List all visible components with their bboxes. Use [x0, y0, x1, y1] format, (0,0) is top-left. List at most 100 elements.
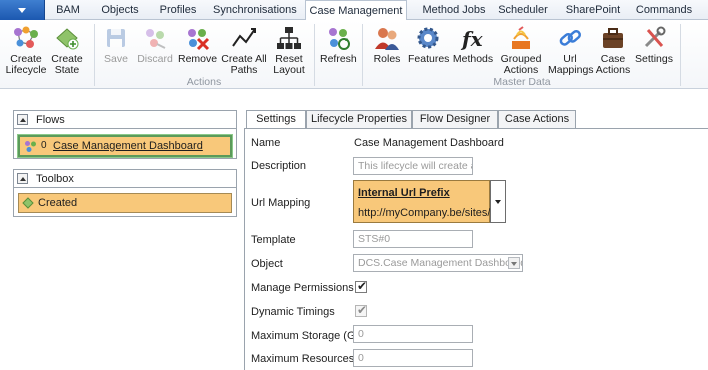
toolbox-item-created[interactable]: Created: [18, 193, 232, 213]
url-mapping-dropdown-button[interactable]: [490, 180, 506, 223]
max-storage-label: Maximum Storage (Gb): [251, 330, 366, 342]
actions-group-label: Actions: [186, 76, 222, 88]
toolbox-pane: Toolbox Created: [13, 169, 237, 217]
tab-scheduler[interactable]: Scheduler: [495, 0, 551, 20]
refresh-icon: [329, 28, 350, 50]
save-button[interactable]: Save: [100, 22, 132, 76]
manage-permissions-checkbox[interactable]: ✔: [355, 279, 368, 293]
tab-sharepoint[interactable]: SharePoint: [561, 0, 625, 20]
reset-layout-icon: [277, 27, 301, 49]
tab-method-jobs[interactable]: Method Jobs: [413, 0, 495, 20]
briefcase-icon: [603, 28, 623, 48]
roles-label: Roles: [373, 53, 401, 65]
tab-case-management[interactable]: Case Management: [305, 0, 407, 21]
url-mapping-item[interactable]: Internal Url Prefix http://myCompany.be/…: [353, 180, 490, 223]
features-button[interactable]: Features: [408, 22, 450, 76]
max-resources-label: Maximum Resources: [251, 353, 355, 365]
ribbon-separator: [362, 24, 363, 86]
state-icon: [22, 197, 34, 209]
dynamic-timings-checkbox[interactable]: ✔: [355, 303, 368, 317]
remove-icon: [188, 29, 210, 51]
svg-text:fx: fx: [460, 27, 484, 51]
tab-bam[interactable]: BAM: [49, 0, 87, 20]
create-lifecycle-label: Create Lifecycle: [5, 53, 47, 76]
tab-synchronisations[interactable]: Synchronisations: [213, 0, 297, 20]
flows-collapse-button[interactable]: [17, 114, 28, 125]
object-label: Object: [251, 258, 283, 270]
reset-layout-label: Reset Layout: [273, 53, 305, 76]
toolbox-collapse-button[interactable]: [17, 173, 28, 184]
roles-button[interactable]: Roles: [370, 22, 404, 76]
ribbon: Create Lifecycle Create State Save Disca…: [0, 20, 708, 89]
discard-label: Discard: [137, 53, 173, 65]
create-lifecycle-button[interactable]: Create Lifecycle: [4, 22, 48, 76]
description-field[interactable]: This lifecycle will create a sh: [353, 157, 473, 175]
remove-button[interactable]: Remove: [178, 22, 218, 76]
ribbon-separator: [94, 24, 95, 86]
flows-title: Flows: [36, 114, 65, 126]
flow-item-number: 0: [41, 140, 47, 151]
url-mappings-button[interactable]: Url Mappings: [548, 22, 594, 76]
chevron-down-icon[interactable]: [508, 257, 520, 269]
tab-objects[interactable]: Objects: [97, 0, 143, 20]
discard-icon: [146, 29, 166, 49]
remove-label: Remove: [178, 53, 218, 65]
methods-button[interactable]: fx Methods: [452, 22, 494, 76]
lifecycle-icon: [25, 141, 36, 152]
create-all-paths-label: Create All Paths: [221, 53, 267, 76]
features-label: Features: [408, 53, 450, 65]
create-lifecycle-icon: [14, 26, 38, 48]
case-actions-label: Case Actions: [595, 53, 631, 76]
menu-tab-strip: BAM Objects Profiles Synchronisations Ca…: [0, 0, 708, 21]
create-state-label: Create State: [51, 53, 83, 76]
flows-pane-header: Flows: [14, 111, 236, 129]
tab-case-actions[interactable]: Case Actions: [498, 110, 576, 128]
master-data-group-label: Master Data: [493, 76, 551, 88]
gear-icon: [417, 27, 439, 49]
tab-commands[interactable]: Commands: [633, 0, 695, 20]
grouped-actions-button[interactable]: Grouped Actions: [498, 22, 544, 76]
check-icon: ✔: [357, 279, 368, 293]
grouped-actions-label: Grouped Actions: [500, 53, 542, 76]
flows-pane: Flows 0 Case Management Dashboard: [13, 110, 237, 159]
settings-button[interactable]: Settings: [634, 22, 674, 76]
create-all-paths-button[interactable]: Create All Paths: [220, 22, 268, 76]
manage-permissions-label: Manage Permissions: [251, 282, 354, 294]
name-label: Name: [251, 137, 281, 149]
app-menu-button[interactable]: [0, 0, 45, 20]
url-mapping-title: Internal Url Prefix: [358, 187, 450, 199]
flow-item-label[interactable]: Case Management Dashboard: [53, 140, 203, 152]
tab-profiles[interactable]: Profiles: [153, 0, 203, 20]
object-select[interactable]: DCS.Case Management Dashboard: [353, 254, 523, 272]
grouped-actions-icon: [512, 26, 530, 49]
create-state-icon: [56, 28, 79, 50]
toolbox-pane-header: Toolbox: [14, 170, 236, 188]
refresh-button[interactable]: Refresh: [320, 22, 357, 76]
settings-label: Settings: [635, 53, 673, 65]
save-icon: [107, 29, 125, 47]
methods-label: Methods: [452, 53, 494, 65]
link-icon: [559, 30, 581, 46]
roles-icon: [375, 28, 399, 50]
max-resources-field[interactable]: 0: [353, 349, 473, 367]
tab-lifecycle-properties[interactable]: Lifecycle Properties: [306, 110, 412, 128]
case-actions-button[interactable]: Case Actions: [594, 22, 632, 76]
check-icon: ✔: [357, 303, 368, 317]
tab-settings[interactable]: Settings: [246, 110, 306, 129]
template-field[interactable]: STS#0: [353, 230, 473, 248]
save-label: Save: [104, 53, 128, 65]
url-mapping-value: http://myCompany.be/sites/: [358, 207, 491, 219]
toolbox-item-label: Created: [38, 197, 78, 209]
max-storage-field[interactable]: 0: [353, 325, 473, 343]
template-label: Template: [251, 234, 296, 246]
reset-layout-button[interactable]: Reset Layout: [270, 22, 308, 76]
function-icon: fx: [460, 27, 484, 51]
create-state-button[interactable]: Create State: [50, 22, 84, 76]
flow-item[interactable]: 0 Case Management Dashboard: [18, 135, 232, 157]
ribbon-separator: [680, 24, 681, 86]
tab-flow-designer[interactable]: Flow Designer: [412, 110, 498, 128]
discard-button[interactable]: Discard: [136, 22, 174, 76]
tools-icon: [644, 26, 666, 48]
dynamic-timings-label: Dynamic Timings: [251, 306, 335, 318]
name-value: Case Management Dashboard: [354, 137, 504, 149]
